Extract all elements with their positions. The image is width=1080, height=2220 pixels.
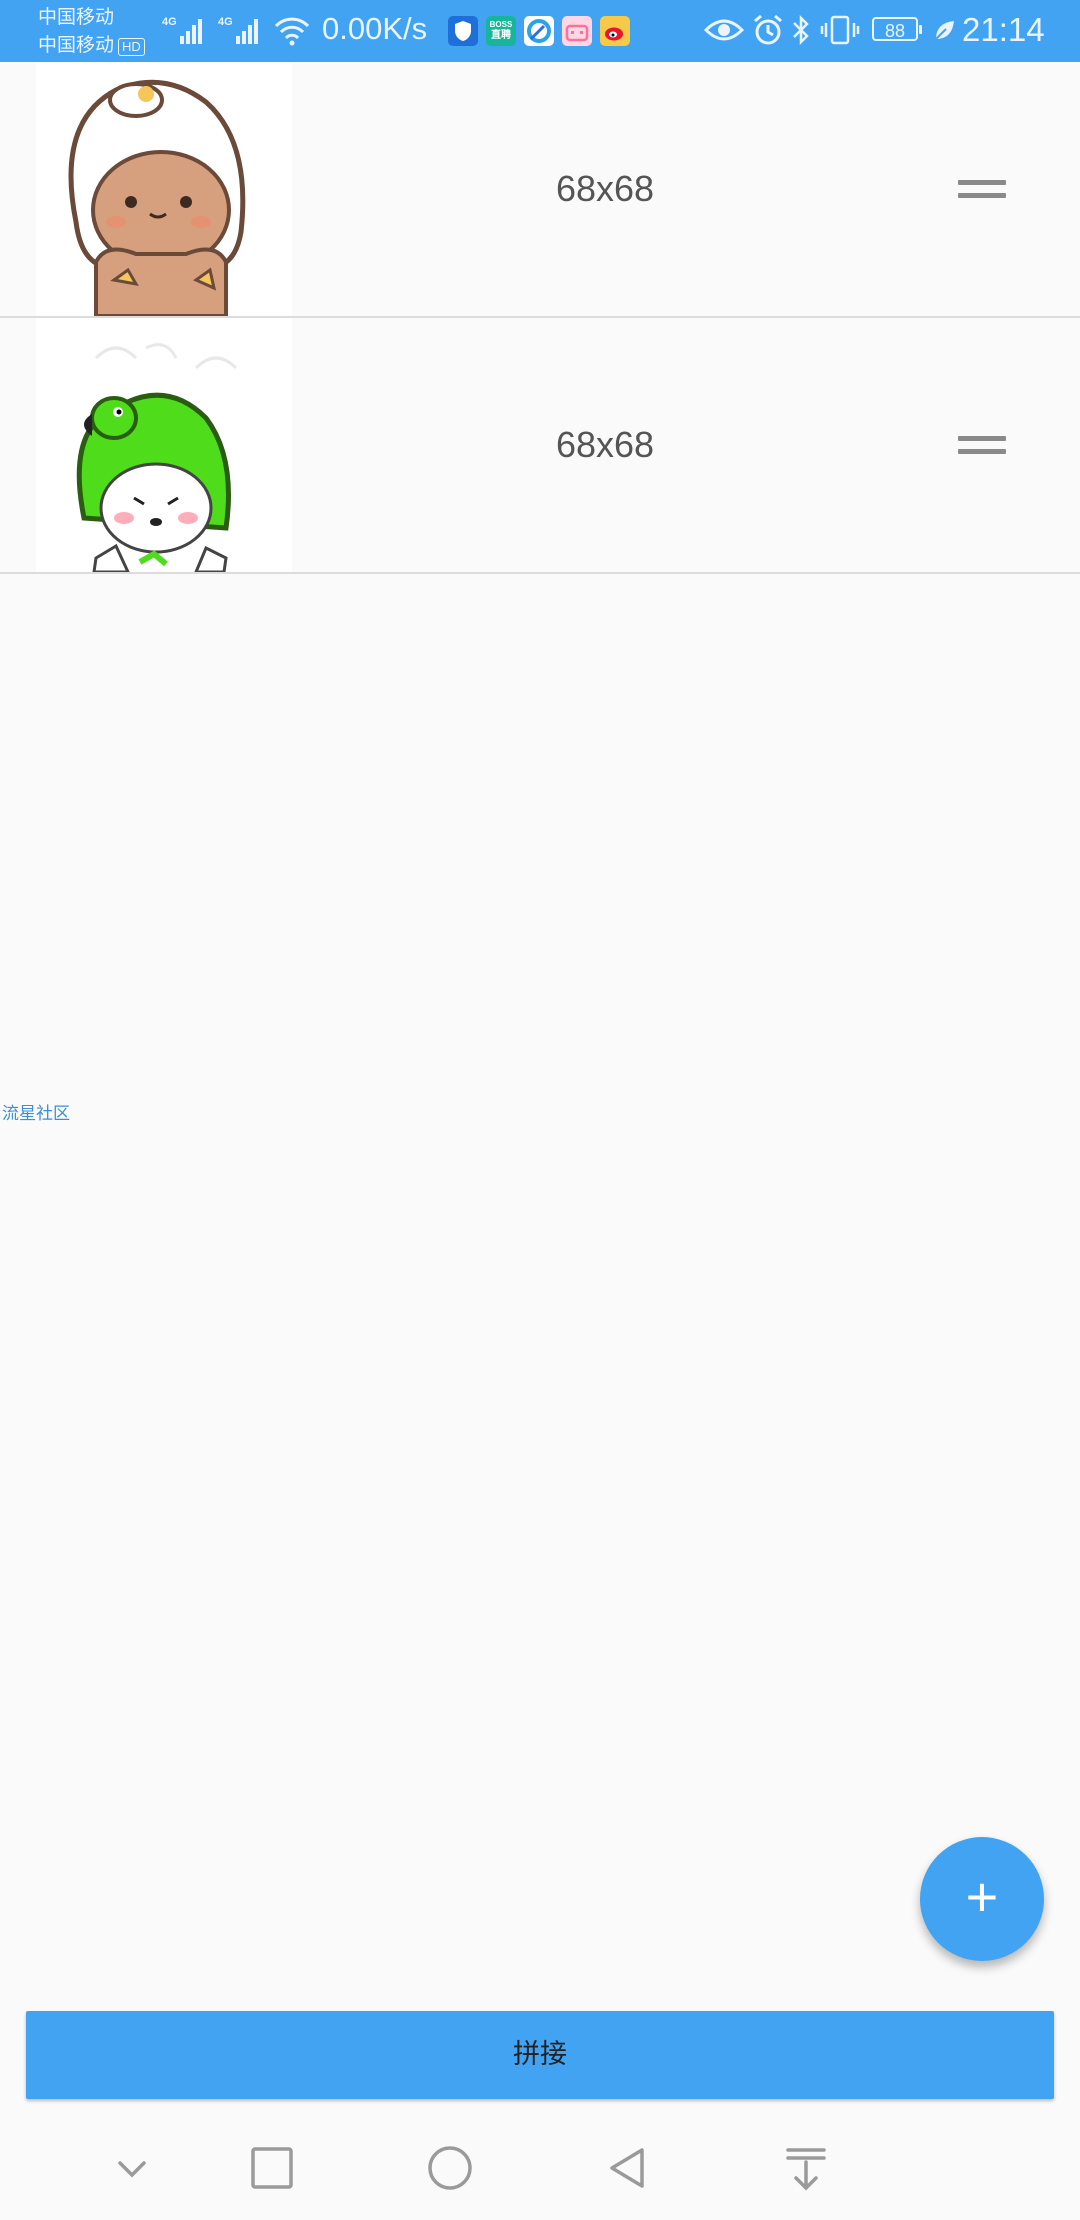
add-image-button[interactable]: + bbox=[920, 1837, 1044, 1961]
carrier-2: 中国移动 bbox=[38, 35, 115, 56]
recents-icon[interactable] bbox=[242, 2138, 302, 2198]
image-size-label: 68x68 bbox=[555, 424, 655, 465]
image-list: 68x68 68x68 bbox=[0, 62, 1080, 574]
svg-text:4G: 4G bbox=[162, 16, 177, 28]
back-icon[interactable] bbox=[598, 2138, 658, 2198]
notification-pull-icon[interactable] bbox=[776, 2138, 836, 2198]
power-saving-leaf-icon bbox=[935, 21, 954, 40]
bilibili-app-icon bbox=[562, 16, 592, 46]
cell-signal-1-icon: 4G bbox=[162, 16, 202, 44]
drag-handle-icon[interactable] bbox=[958, 180, 1006, 198]
system-nav-bar bbox=[0, 2114, 1080, 2220]
hd-badge: HD bbox=[118, 38, 145, 56]
hide-nav-icon[interactable] bbox=[102, 2138, 162, 2198]
image-size-label: 68x68 bbox=[555, 168, 655, 209]
watermark-text: 流星社区 bbox=[2, 1104, 70, 1123]
clock: 21:14 bbox=[962, 11, 1045, 48]
boss-label: BOSS bbox=[489, 20, 513, 29]
carrier-info: 中国移动 中国移动 HD bbox=[38, 4, 145, 60]
boss-app-icon: BOSS 直聘 bbox=[486, 16, 516, 46]
list-item[interactable]: 68x68 bbox=[0, 62, 1080, 318]
brown-bear-sticker-thumbnail bbox=[36, 62, 292, 316]
shield-app-icon bbox=[448, 16, 478, 46]
green-hood-panda-sticker-thumbnail bbox=[36, 318, 292, 572]
wifi-icon bbox=[274, 17, 310, 46]
cell-signal-2-icon: 4G bbox=[218, 16, 258, 44]
join-button[interactable]: 拼接 bbox=[26, 2011, 1054, 2099]
alarm-icon bbox=[754, 14, 782, 45]
weibo-app-icon bbox=[600, 16, 630, 46]
net-speed: 0.00K/s bbox=[322, 11, 428, 46]
bluetooth-icon bbox=[793, 14, 809, 46]
vibrate-icon bbox=[820, 15, 860, 45]
browser-app-icon bbox=[524, 16, 554, 46]
eye-comfort-icon bbox=[704, 19, 744, 41]
carrier-1: 中国移动 bbox=[38, 7, 115, 28]
svg-text:4G: 4G bbox=[218, 16, 233, 28]
plus-icon: + bbox=[965, 1865, 999, 1928]
drag-handle-icon[interactable] bbox=[958, 436, 1006, 454]
battery-indicator: 88 bbox=[872, 17, 922, 41]
list-item[interactable]: 68x68 bbox=[0, 318, 1080, 574]
status-bar: 中国移动 中国移动 HD 4G 4G 0.00K/s BOSS 直聘 88 21… bbox=[0, 0, 1080, 62]
home-icon[interactable] bbox=[420, 2138, 480, 2198]
boss-sub-label: 直聘 bbox=[491, 30, 511, 41]
